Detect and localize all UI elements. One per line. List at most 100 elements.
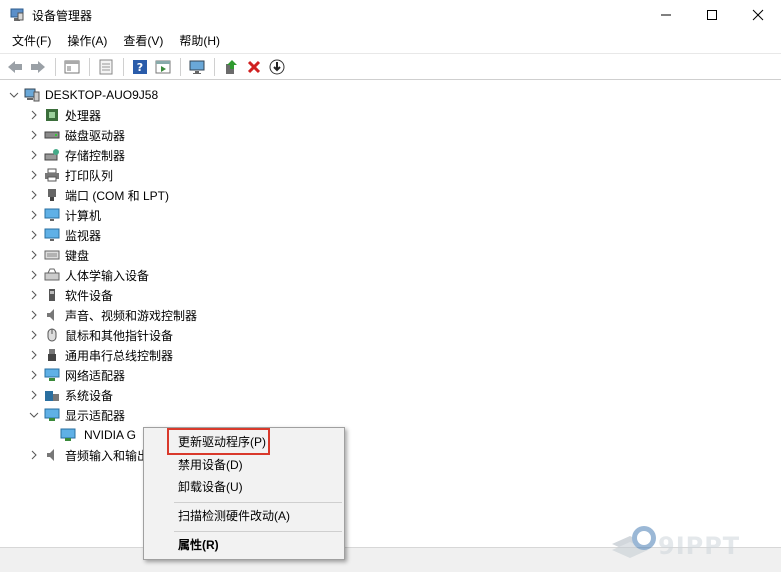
chevron-right-icon[interactable]	[28, 125, 40, 145]
device-tree: DESKTOP-AUO9J58 处理器 磁盘驱动器 存储控制器 打印队列 端口 …	[0, 84, 779, 546]
computer-icon	[24, 88, 40, 102]
tree-item-label: 计算机	[65, 208, 102, 223]
tree-item-nvidia-gpu[interactable]: NVIDIA G	[60, 425, 136, 445]
hid-icon	[44, 268, 60, 282]
menu-item-properties[interactable]: 属性(R)	[146, 534, 342, 556]
tree-item-mice[interactable]: 鼠标和其他指针设备	[28, 325, 173, 345]
chevron-right-icon[interactable]	[28, 145, 40, 165]
tree-item-label: 键盘	[65, 248, 90, 263]
tree-root[interactable]: DESKTOP-AUO9J58	[8, 85, 158, 105]
tree-item-system-devices[interactable]: 系统设备	[28, 385, 113, 405]
chevron-right-icon[interactable]	[28, 225, 40, 245]
toolbar-separator	[55, 57, 56, 76]
chevron-right-icon[interactable]	[28, 385, 40, 405]
chevron-down-icon[interactable]	[28, 405, 40, 425]
tree-item-display-adapters[interactable]: 显示适配器	[28, 405, 125, 425]
tree-item-label: 系统设备	[65, 388, 114, 403]
download-icon[interactable]	[266, 56, 288, 78]
monitor-icon[interactable]	[186, 56, 208, 78]
tree-item-computer[interactable]: 计算机	[28, 205, 101, 225]
tree-item-label: 声音、视频和游戏控制器	[65, 308, 198, 323]
chevron-right-icon[interactable]	[28, 105, 40, 125]
chevron-right-icon[interactable]	[28, 205, 40, 225]
menu-item-disable-device[interactable]: 禁用设备(D)	[146, 454, 342, 476]
tree-item-label: 鼠标和其他指针设备	[65, 328, 174, 343]
chevron-right-icon[interactable]	[28, 305, 40, 325]
tree-item-human-interface-devices[interactable]: 人体学输入设备	[28, 265, 149, 285]
software-device-icon	[44, 288, 60, 302]
tree-item-label: 监视器	[65, 228, 102, 243]
tree-item-label: 磁盘驱动器	[65, 128, 126, 143]
chevron-right-icon[interactable]	[28, 265, 40, 285]
close-button[interactable]	[735, 0, 781, 30]
watermark-logo: 9IPPT	[610, 520, 780, 568]
uninstall-icon[interactable]	[243, 56, 265, 78]
tree-item-label: 音频输入和输出	[65, 448, 150, 463]
network-adapter-icon	[44, 368, 60, 382]
device-manager-icon	[10, 8, 24, 22]
toolbar-separator	[89, 57, 90, 76]
chevron-right-icon[interactable]	[28, 285, 40, 305]
back-arrow-icon[interactable]	[4, 56, 26, 78]
tree-item-label: 软件设备	[65, 288, 114, 303]
tree-item-disk-drives[interactable]: 磁盘驱动器	[28, 125, 125, 145]
chevron-right-icon[interactable]	[28, 325, 40, 345]
menu-item-uninstall-device[interactable]: 卸载设备(U)	[146, 476, 342, 498]
properties-window-icon[interactable]	[61, 56, 83, 78]
chevron-right-icon[interactable]	[28, 365, 40, 385]
chevron-right-icon[interactable]	[28, 345, 40, 365]
tree-item-label: 显示适配器	[65, 408, 126, 423]
highlight-box	[167, 428, 270, 455]
tree-item-sound-video-game[interactable]: 声音、视频和游戏控制器	[28, 305, 197, 325]
tree-item-print-queues[interactable]: 打印队列	[28, 165, 113, 185]
window-title: 设备管理器	[32, 9, 93, 23]
tree-item-usb-controllers[interactable]: 通用串行总线控制器	[28, 345, 173, 365]
tree-item-software-devices[interactable]: 软件设备	[28, 285, 113, 305]
tree-item-audio-io[interactable]: 音频输入和输出	[28, 445, 149, 465]
tree-item-label: 存储控制器	[65, 148, 126, 163]
menu-item-scan-hardware[interactable]: 扫描检测硬件改动(A)	[146, 505, 342, 527]
chevron-right-icon[interactable]	[28, 185, 40, 205]
menu-action[interactable]: 操作(A)	[61, 30, 113, 52]
update-driver-icon[interactable]	[220, 56, 242, 78]
list-view-icon[interactable]	[95, 56, 117, 78]
tree-item-monitors[interactable]: 监视器	[28, 225, 101, 245]
processor-icon	[44, 108, 60, 122]
forward-arrow-icon[interactable]	[27, 56, 49, 78]
speaker-icon	[44, 448, 60, 462]
menu-file[interactable]: 文件(F)	[6, 30, 57, 52]
chevron-right-icon[interactable]	[28, 245, 40, 265]
system-device-icon	[44, 388, 60, 402]
computer-icon	[44, 208, 60, 222]
mouse-icon	[44, 328, 60, 342]
minimize-button[interactable]	[643, 0, 689, 30]
menu-help[interactable]: 帮助(H)	[173, 30, 226, 52]
tree-item-label: 人体学输入设备	[65, 268, 150, 283]
toolbar-separator	[123, 57, 124, 76]
tree-item-storage-controllers[interactable]: 存储控制器	[28, 145, 125, 165]
usb-icon	[44, 348, 60, 362]
chevron-down-icon[interactable]	[8, 85, 20, 105]
menu-separator	[174, 531, 342, 532]
tree-item-network-adapters[interactable]: 网络适配器	[28, 365, 125, 385]
monitor-icon	[44, 228, 60, 242]
menu-separator	[174, 502, 342, 503]
tree-item-label: 处理器	[65, 108, 102, 123]
tree-item-label: NVIDIA G	[84, 428, 137, 442]
tree-item-ports[interactable]: 端口 (COM 和 LPT)	[28, 185, 169, 205]
chevron-right-icon[interactable]	[28, 445, 40, 465]
details-view-icon[interactable]	[152, 56, 174, 78]
tree-item-processor[interactable]: 处理器	[28, 105, 101, 125]
chevron-right-icon[interactable]	[28, 165, 40, 185]
maximize-button[interactable]	[689, 0, 735, 30]
svg-text:?: ?	[137, 61, 143, 74]
menu-view[interactable]: 查看(V)	[117, 30, 169, 52]
help-icon[interactable]: ?	[129, 56, 151, 78]
tree-item-keyboards[interactable]: 键盘	[28, 245, 89, 265]
tree-item-label: 端口 (COM 和 LPT)	[65, 188, 169, 203]
watermark-text: 9IPPT	[658, 532, 741, 560]
tree-item-label: 通用串行总线控制器	[65, 348, 174, 363]
toolbar-separator	[180, 57, 181, 76]
tree-item-label: 打印队列	[65, 168, 114, 183]
tree-item-label: 网络适配器	[65, 368, 126, 383]
